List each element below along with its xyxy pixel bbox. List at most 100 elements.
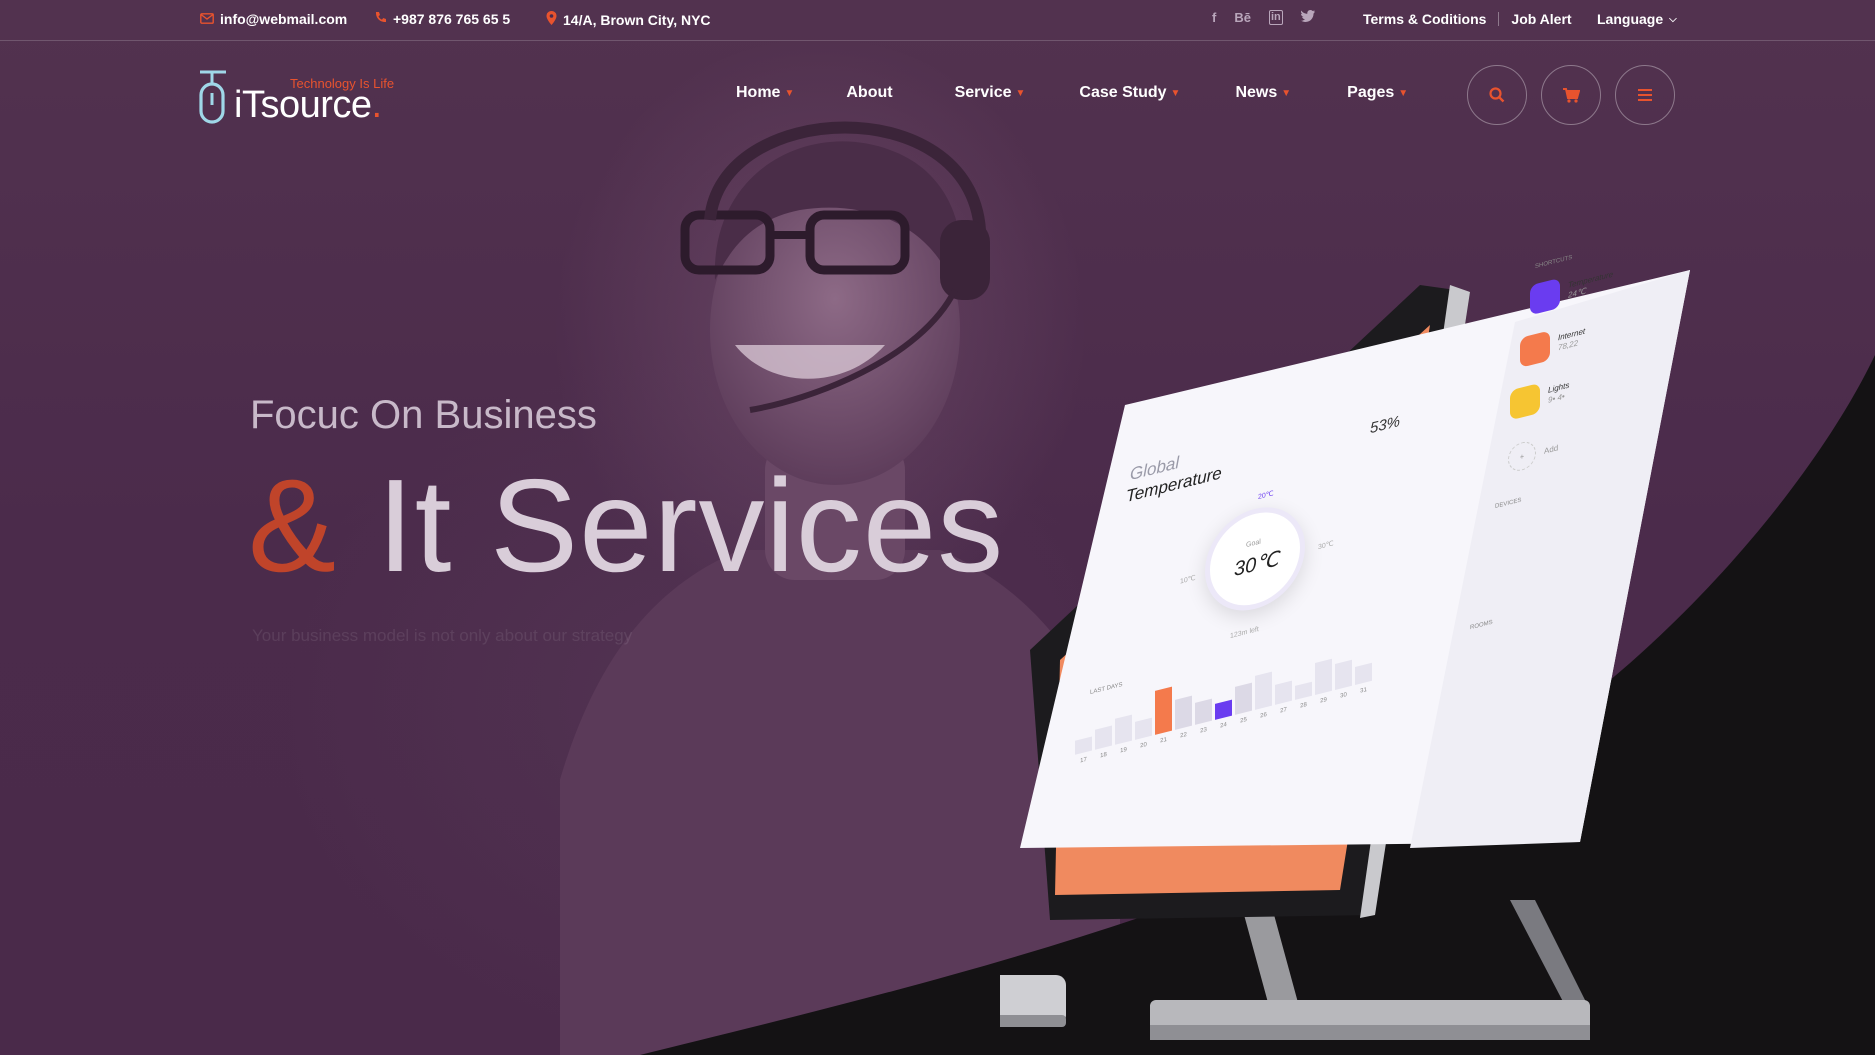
time-left: 123m left (1230, 625, 1259, 641)
hero-title-text: It Services (377, 452, 1005, 599)
day-label: 24 (1220, 721, 1227, 730)
day-bar (1155, 686, 1172, 735)
phone-icon (374, 11, 387, 27)
language-dropdown[interactable]: Language ⌵ (1597, 11, 1677, 27)
chevron-down-icon: ▼ (1015, 87, 1026, 99)
day-label: 20 (1140, 741, 1147, 750)
shortcut-item: Lights 9• 4• (1510, 376, 1569, 421)
shortcut-item: Temperature 24℃ (1530, 265, 1613, 316)
phone-link[interactable]: +987 876 765 65 5 (374, 11, 510, 27)
day-bar (1255, 671, 1272, 710)
day-bar (1115, 714, 1132, 745)
day-bar (1135, 717, 1152, 740)
address-link[interactable]: 14/A, Brown City, NYC (546, 11, 711, 28)
shortcut-item: Internet 78,22 (1520, 322, 1585, 368)
terms-link[interactable]: Terms & Coditions (1363, 11, 1486, 27)
rooms-label: ROOMS (1470, 619, 1493, 632)
address-text: 14/A, Brown City, NYC (563, 11, 711, 28)
linkedin-icon[interactable]: in (1268, 10, 1283, 25)
plus-icon: + (1508, 438, 1536, 474)
day-label: 28 (1300, 701, 1307, 710)
lightbulb-icon (1510, 382, 1540, 421)
hero-title: & It Services (248, 450, 1004, 601)
day-bar (1335, 659, 1352, 690)
logo-text: iTsource. (234, 84, 382, 127)
divider (1498, 12, 1500, 26)
day-bar (1215, 699, 1232, 720)
nav-about-label: About (846, 84, 893, 101)
search-icon (1489, 87, 1505, 103)
menu-icon (1638, 89, 1652, 101)
day-label: 27 (1280, 706, 1287, 715)
nav-pages-label: Pages (1347, 84, 1395, 101)
nav-news[interactable]: News ▼ (1235, 84, 1291, 102)
chevron-down-icon: ⌵ (1669, 13, 1677, 25)
nav-pages[interactable]: Pages ▼ (1347, 84, 1408, 102)
phone-text: +987 876 765 65 5 (393, 11, 511, 27)
shortcuts-label: SHORTCUTS (1535, 254, 1573, 271)
day-label: 22 (1180, 731, 1187, 740)
behance-icon[interactable]: Bē (1234, 10, 1251, 25)
twitter-icon[interactable] (1300, 10, 1315, 25)
logo-dot: . (371, 84, 383, 126)
day-bar (1315, 658, 1332, 695)
day-label: 21 (1160, 736, 1167, 745)
add-shortcut: + Add (1508, 433, 1558, 474)
social-links: f Bē in (1212, 10, 1315, 25)
chevron-down-icon: ▼ (1170, 87, 1181, 99)
nav-case-study-label: Case Study (1079, 84, 1167, 101)
envelope-icon (200, 12, 214, 27)
hero-ampersand: & (248, 452, 338, 599)
goal-value: 30℃ (1234, 547, 1279, 582)
thermometer-icon (1530, 277, 1560, 316)
cart-button[interactable] (1541, 65, 1601, 125)
goal-label: Goal (1246, 538, 1261, 550)
hero-description: Your business model is not only about ou… (252, 626, 633, 645)
top-links: Terms & Coditions Job Alert (1363, 11, 1572, 27)
day-label: 18 (1100, 751, 1107, 760)
day-label: 23 (1200, 726, 1207, 735)
day-bar (1355, 662, 1372, 685)
chevron-down-icon: ▼ (1281, 87, 1292, 99)
last-days-label: LAST DAYS (1090, 681, 1123, 697)
day-bar (1195, 698, 1212, 725)
nav-service-label: Service (954, 84, 1012, 101)
dial-left-label: 10℃ (1180, 574, 1196, 586)
chevron-down-icon: ▼ (784, 87, 795, 99)
hero-subtitle: Focuc On Business (250, 393, 597, 437)
last-days-chart (1075, 635, 1372, 755)
nav-service[interactable]: Service ▼ (955, 84, 1026, 102)
nav-home[interactable]: Home ▼ (736, 84, 794, 102)
day-bar (1175, 695, 1192, 730)
wifi-icon (1520, 330, 1550, 368)
job-alert-link[interactable]: Job Alert (1511, 11, 1571, 27)
day-bar (1095, 725, 1112, 750)
devices-label: DEVICES (1495, 497, 1522, 511)
nav-case-study[interactable]: Case Study ▼ (1079, 84, 1180, 102)
day-label: 31 (1360, 687, 1367, 695)
site-logo[interactable]: Technology Is Life iTsource. (198, 62, 418, 127)
dial-right-label: 30℃ (1318, 540, 1334, 552)
facebook-icon[interactable]: f (1212, 10, 1216, 25)
day-label: 19 (1120, 746, 1127, 755)
search-button[interactable] (1467, 65, 1527, 125)
day-label: 17 (1080, 756, 1087, 765)
shortcut-text: Lights 9• 4• (1548, 381, 1569, 406)
map-pin-icon (546, 11, 557, 28)
shortcut-name: Temperature (1568, 269, 1614, 290)
cart-icon (1562, 87, 1580, 103)
day-bar (1295, 681, 1312, 700)
dial: Goal 30℃ (1205, 496, 1305, 622)
logo-name: iTsource (234, 84, 372, 126)
language-label: Language (1597, 11, 1664, 27)
day-label: 30 (1340, 692, 1347, 700)
main-nav: Home ▼ About Service ▼ Case Study ▼ News ▼ P… (736, 84, 1408, 102)
chevron-down-icon: ▼ (1398, 87, 1409, 99)
day-label: 29 (1320, 696, 1327, 705)
nav-home-label: Home (736, 84, 781, 101)
email-link[interactable]: info@webmail.com (200, 11, 347, 27)
nav-about[interactable]: About (846, 84, 892, 102)
add-label: Add (1544, 442, 1559, 456)
day-bar (1275, 680, 1292, 705)
dial-top-label: 20℃ (1258, 490, 1274, 502)
